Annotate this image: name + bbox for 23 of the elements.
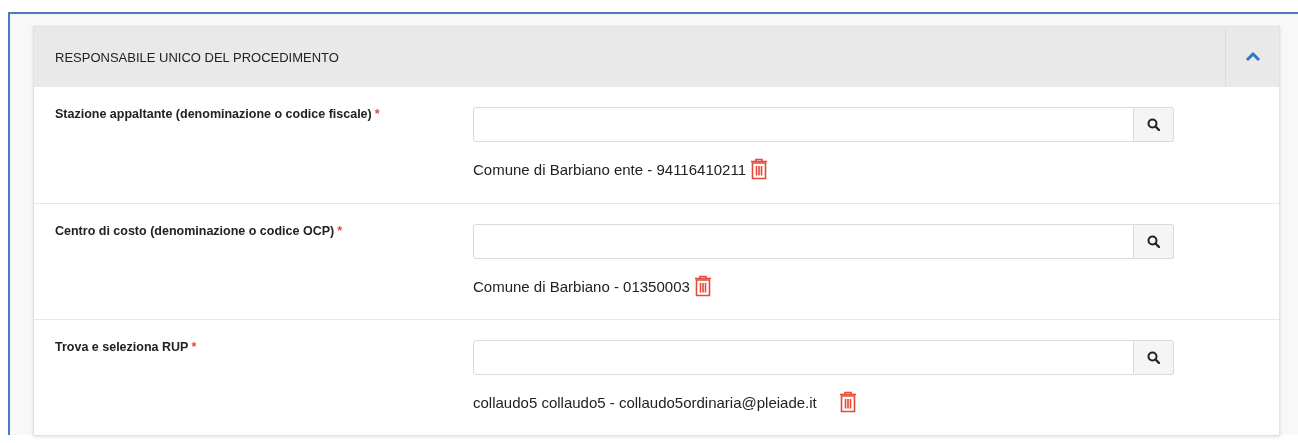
selected-value: Comune di Barbiano ente - 94116410211: [473, 160, 746, 178]
search-field[interactable]: [473, 340, 1134, 375]
delete-icon[interactable]: [750, 158, 768, 180]
required-mark: *: [191, 340, 197, 354]
chevron-icon: [1244, 52, 1261, 62]
search-button[interactable]: [1134, 224, 1174, 259]
field-label: Centro di costo (denominazione o codice OCP): [55, 224, 335, 238]
selected-value: collaudo5 collaudo5 - collaudo5ordinaria@pleiade.it: [473, 393, 817, 411]
search-button[interactable]: [1134, 107, 1174, 142]
search-field[interactable]: [473, 107, 1134, 142]
required-mark: *: [337, 224, 343, 238]
search-field[interactable]: [473, 224, 1134, 259]
search-icon: [1147, 351, 1160, 364]
search-button[interactable]: [1134, 340, 1174, 375]
search-icon: [1147, 235, 1160, 248]
panel-title: RESPONSABILE UNICO DEL PROCEDIMENTO: [54, 49, 340, 65]
field-label: Trova e seleziona RUP: [55, 340, 189, 354]
required-mark: *: [374, 107, 380, 121]
selected-value: Comune di Barbiano - 01350003: [473, 277, 690, 295]
delete-icon[interactable]: [838, 391, 857, 413]
search-icon: [1147, 118, 1160, 131]
delete-icon[interactable]: [693, 275, 712, 297]
field-label: Stazione appaltante (denominazione o codice fiscale): [55, 107, 372, 121]
